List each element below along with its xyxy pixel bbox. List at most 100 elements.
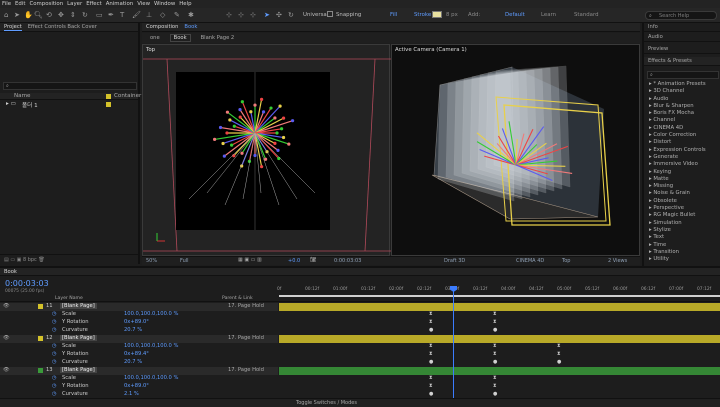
breadcrumb-one[interactable]: one [150,35,160,41]
timeline-layer-row[interactable]: 👁︎ 12 [Blank Page] 17. Page Hold [0,335,278,343]
view-options-icon[interactable]: ▦ ▣ ▭ ▥ [238,257,262,263]
breadcrumb-book[interactable]: Book [169,34,191,42]
pan-tool-icon[interactable]: ✥ [58,11,64,19]
panel-tab-audio[interactable]: Audio [644,33,720,42]
menu-help[interactable]: Help [179,1,191,7]
stopwatch-icon[interactable]: ◷ [52,319,57,325]
menu-window[interactable]: Window [154,1,175,7]
property-value[interactable]: 100.0,100.0,100.0 % [124,311,178,317]
axis-world-icon[interactable]: ⊹ [238,11,244,19]
property-value[interactable]: 0x+89.0° [124,319,149,325]
effect-category-13[interactable]: ▸ Matte [644,176,720,183]
layer-name[interactable]: [Blank Page] [60,303,97,309]
keyframe-icon[interactable]: ⧗ [429,319,433,326]
views-select[interactable]: 2 Views [608,258,627,264]
timeline-tab[interactable]: Book [4,269,17,275]
camera-snapshot-icon[interactable]: 📷︎ [310,257,316,263]
interpret-icon[interactable]: ▤ ▭ ▣ 8 bpc 🗑︎ [4,257,45,263]
comp-tab-name[interactable]: Book [184,24,197,30]
property-row[interactable]: ◷ Y Rotation 0x+89.0° [0,383,278,391]
draft-3d-label[interactable]: Draft 3D [444,258,465,264]
zoom-select[interactable]: 50% [146,258,157,264]
effect-category-1[interactable]: ▸ 3D Channel [644,88,720,95]
exposure-value[interactable]: +0.0 [288,258,300,264]
property-row[interactable]: ◷ Scale 100.0,100.0,100.0 % [0,311,278,319]
universal-label[interactable]: Universal [303,12,328,18]
keyframe-icon[interactable]: ⧗ [429,343,433,350]
property-value[interactable]: 0x+89.4° [124,351,149,357]
stopwatch-icon[interactable]: ◷ [52,359,57,365]
project-item-folder[interactable]: ▸ ▭ 폴더 1 [0,101,138,109]
stopwatch-icon[interactable]: ◷ [52,351,57,357]
view-select[interactable]: Top [562,258,570,264]
project-search[interactable]: ⌕ [3,82,137,90]
stopwatch-icon[interactable]: ◷ [52,391,57,397]
effect-category-19[interactable]: ▸ Simulation [644,220,720,227]
stopwatch-icon[interactable]: ◷ [52,343,57,349]
layer-label-color[interactable] [38,336,43,341]
panel-tab-effects-presets[interactable]: Effects & Presets [644,57,720,66]
keyframe-icon[interactable]: ● [429,391,433,398]
rotate3d-icon[interactable]: ↻ [288,11,294,19]
resolution-select[interactable]: Full [180,258,189,264]
axis-local-icon[interactable]: ⊹ [226,11,232,19]
property-value[interactable]: 100.0,100.0,100.0 % [124,375,178,381]
effects-search[interactable]: ⌕ [647,71,719,79]
keyframe-icon[interactable]: ⧗ [493,351,497,358]
renderer-select[interactable]: CINEMA 4D [516,258,544,264]
keyframe-icon[interactable]: ● [493,391,497,398]
effect-category-23[interactable]: ▸ Transition [644,249,720,256]
breadcrumb-blank-page[interactable]: Blank Page 2 [201,35,235,41]
effect-category-12[interactable]: ▸ Keying [644,169,720,176]
effect-category-15[interactable]: ▸ Noise & Grain [644,190,720,197]
viewer-top[interactable]: Top [142,44,391,256]
property-row[interactable]: ◷ Scale 100.0,100.0,100.0 % [0,375,278,383]
stroke-px[interactable]: 8 px [446,12,458,18]
stopwatch-icon[interactable]: ◷ [52,311,57,317]
workspace-learn[interactable]: Learn [541,12,556,18]
toggle-switches-modes[interactable]: Toggle Switches / Modes [296,400,357,406]
search-help-field[interactable]: ⌕ Search Help [645,11,717,20]
stamp-tool-icon[interactable]: ⊥ [146,11,152,19]
pen-tool-icon[interactable]: ✒ [108,11,114,19]
effect-category-7[interactable]: ▸ Color Correction [644,132,720,139]
property-row[interactable]: ◷ Y Rotation 0x+89.4° [0,351,278,359]
keyframe-icon[interactable]: ⧗ [493,383,497,390]
dolly-tool-icon[interactable]: ⇕ [70,11,76,19]
roto-tool-icon[interactable]: ✎ [174,11,180,19]
tab-project[interactable]: Project [4,24,22,31]
keyframe-icon[interactable]: ⧗ [429,311,433,318]
menu-animation[interactable]: Animation [106,1,133,7]
effect-category-11[interactable]: ▸ Immersive Video [644,161,720,168]
work-area-bar[interactable] [279,295,720,297]
property-row[interactable]: ◷ Scale 100.0,100.0,100.0 % [0,343,278,351]
fill-label[interactable]: Fill [390,12,397,18]
layer-name[interactable]: [Blank Page] [60,367,97,373]
effect-category-3[interactable]: ▸ Blur & Sharpen [644,103,720,110]
hand-tool-icon[interactable]: ✋ [24,11,33,19]
panel-tab-info[interactable]: Info [644,23,720,32]
keyframe-icon[interactable]: ⧗ [429,351,433,358]
effect-category-9[interactable]: ▸ Expression Controls [644,147,720,154]
menu-view[interactable]: View [137,1,150,7]
home-icon[interactable]: ⌂ [4,11,8,19]
comp-tab-label[interactable]: Composition [146,24,178,30]
parent-select[interactable]: 17. Page Hold [228,303,264,309]
layer-label-color[interactable] [38,368,43,373]
stroke-label[interactable]: Stroke [414,12,431,18]
eraser-tool-icon[interactable]: ◇ [160,11,165,19]
workspace-standard[interactable]: Standard [574,12,599,18]
property-value[interactable]: 2.1 % [124,391,139,397]
rect-tool-icon[interactable]: ▭ [96,11,103,19]
current-time-indicator[interactable] [453,286,454,399]
timeline-layer-row[interactable]: 👁︎ 11 [Blank Page] 17. Page Hold [0,303,278,311]
effect-category-20[interactable]: ▸ Stylize [644,227,720,234]
stopwatch-icon[interactable]: ◷ [52,375,57,381]
effect-category-21[interactable]: ▸ Text [644,234,720,241]
keyframe-icon[interactable]: ⧗ [429,375,433,382]
parent-select[interactable]: 17. Page Hold [228,335,264,341]
menu-layer[interactable]: Layer [67,1,82,7]
keyframe-icon[interactable]: ● [429,359,433,366]
menu-edit[interactable]: Edit [15,1,25,7]
layer-duration-bar[interactable] [279,335,720,343]
